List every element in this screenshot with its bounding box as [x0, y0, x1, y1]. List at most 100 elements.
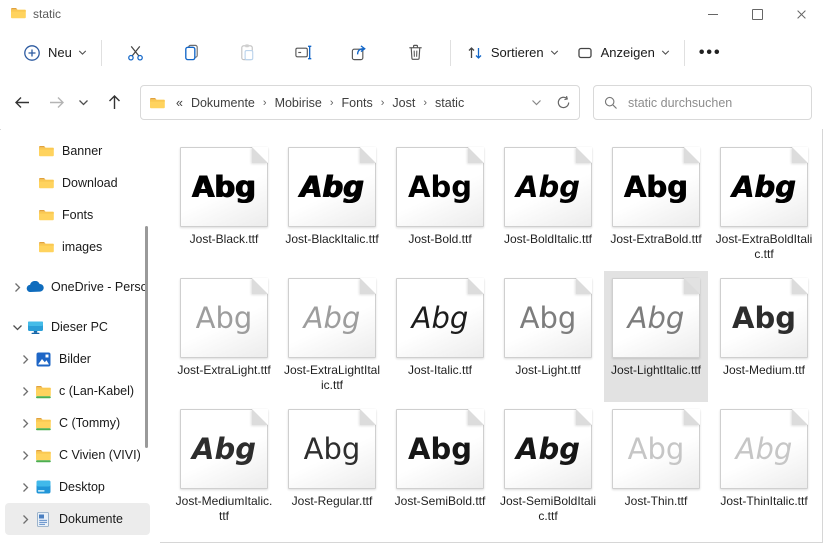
font-preview-text: Abg — [192, 173, 256, 202]
sidebar-item-label: C (Tommy) — [59, 416, 120, 430]
font-file-icon: Abg — [612, 409, 700, 489]
file-tile[interactable]: Abg Jost-BlackItalic.ttf — [280, 140, 384, 271]
minimize-icon — [708, 14, 718, 15]
breadcrumb-overflow[interactable]: « — [172, 96, 187, 110]
view-button[interactable]: Anzeigen — [567, 37, 678, 69]
rename-button[interactable] — [276, 37, 332, 69]
breadcrumb-item[interactable]: Mobirise — [271, 93, 326, 113]
chevron-right-icon[interactable] — [16, 450, 34, 461]
command-bar: Neu Sortieren — [0, 28, 823, 78]
file-tile[interactable]: Abg Jost-LightItalic.ttf — [604, 271, 708, 402]
paste-icon — [238, 43, 258, 63]
rename-icon — [294, 43, 314, 63]
file-tile[interactable]: Abg Jost-SemiBold.ttf — [388, 402, 492, 533]
file-tile[interactable]: Abg Jost-BoldItalic.ttf — [496, 140, 600, 271]
file-name-label: Jost-Regular.ttf — [283, 494, 381, 509]
close-button[interactable] — [779, 0, 823, 28]
chevron-right-icon[interactable] — [16, 482, 34, 493]
search-input[interactable] — [626, 95, 801, 111]
chevron-separator: › — [326, 97, 338, 109]
file-tile[interactable]: Abg Jost-Bold.ttf — [388, 140, 492, 271]
maximize-button[interactable] — [735, 0, 779, 28]
breadcrumb-item[interactable]: Jost — [388, 93, 419, 113]
breadcrumb-bar[interactable]: « Dokumente › Mobirise › Fonts › Jost › … — [140, 85, 580, 120]
sidebar-item-dokumente[interactable]: Dokumente — [5, 503, 150, 535]
sort-button[interactable]: Sortieren — [457, 37, 567, 69]
file-tile[interactable]: Abg Jost-Italic.ttf — [388, 271, 492, 402]
chevron-down-icon — [550, 48, 559, 57]
chevron-down-icon[interactable] — [8, 322, 26, 333]
file-tile[interactable]: Abg Jost-Regular.ttf — [280, 402, 384, 533]
font-file-icon: Abg — [504, 278, 592, 358]
file-name-label: Jost-ExtraBoldItalic.ttf — [715, 232, 813, 261]
new-button[interactable]: Neu — [14, 37, 95, 69]
sidebar-item-label: Dieser PC — [51, 320, 108, 334]
paste-button[interactable] — [220, 37, 276, 69]
sidebar-item-label: Banner — [62, 144, 102, 158]
folder-icon — [37, 143, 55, 159]
file-tile[interactable]: Abg Jost-ThinItalic.ttf — [712, 402, 816, 533]
sidebar-item-drive-c-vivien[interactable]: C Vivien (VIVI) — [0, 439, 160, 471]
address-dropdown-icon[interactable] — [531, 97, 542, 108]
sidebar-item-label: OneDrive - Perso — [51, 280, 148, 294]
breadcrumb-item[interactable]: Fonts — [337, 93, 376, 113]
sidebar-item-images[interactable]: images — [0, 231, 160, 263]
sidebar-item-onedrive[interactable]: OneDrive - Perso — [0, 271, 160, 303]
minimize-button[interactable] — [691, 0, 735, 28]
font-preview-text: Abg — [196, 304, 253, 333]
font-preview-text: Abg — [412, 304, 469, 333]
breadcrumb-item[interactable]: static — [431, 93, 468, 113]
font-file-icon: Abg — [504, 147, 592, 227]
file-tile[interactable]: Abg Jost-Medium.ttf — [712, 271, 816, 402]
breadcrumb-item[interactable]: Dokumente — [187, 93, 259, 113]
chevron-right-icon[interactable] — [16, 418, 34, 429]
sidebar-item-dieser-pc[interactable]: Dieser PC — [0, 311, 160, 343]
sidebar-item-download[interactable]: Download — [0, 167, 160, 199]
file-tile[interactable]: Abg Jost-Thin.ttf — [604, 402, 708, 533]
copy-icon — [182, 43, 202, 63]
forward-button[interactable] — [40, 86, 72, 118]
file-name-label: Jost-BlackItalic.ttf — [283, 232, 381, 247]
sidebar-item-bilder[interactable]: Bilder — [0, 343, 160, 375]
chevron-right-icon[interactable] — [16, 354, 34, 365]
file-tile[interactable]: Abg Jost-MediumItalic.ttf — [172, 402, 276, 533]
font-file-icon: Abg — [288, 409, 376, 489]
font-preview-text: Abg — [408, 435, 472, 464]
font-preview-text: Abg — [304, 304, 361, 333]
back-button[interactable] — [6, 86, 38, 118]
file-tile[interactable]: Abg Jost-SemiBoldItalic.ttf — [496, 402, 600, 533]
share-button[interactable] — [332, 37, 388, 69]
file-name-label: Jost-Italic.ttf — [391, 363, 489, 378]
file-name-label: Jost-ExtraLightItalic.ttf — [283, 363, 381, 392]
chevron-right-icon[interactable] — [8, 282, 26, 293]
file-tile[interactable]: Abg Jost-ExtraLightItalic.ttf — [280, 271, 384, 402]
sidebar-item-fonts[interactable]: Fonts — [0, 199, 160, 231]
file-tile[interactable]: Abg Jost-Light.ttf — [496, 271, 600, 402]
file-tile[interactable]: Abg Jost-ExtraBoldItalic.ttf — [712, 140, 816, 271]
cut-button[interactable] — [108, 37, 164, 69]
chevron-right-icon[interactable] — [16, 514, 34, 525]
trash-icon — [406, 43, 426, 63]
file-tile[interactable]: Abg Jost-ExtraLight.ttf — [172, 271, 276, 402]
more-options-button[interactable]: ••• — [691, 43, 730, 63]
font-file-icon: Abg — [720, 147, 808, 227]
arrow-left-icon — [14, 94, 31, 111]
file-tile[interactable]: Abg Jost-Black.ttf — [172, 140, 276, 271]
sidebar-item-desktop[interactable]: Desktop — [0, 471, 160, 503]
up-button[interactable] — [98, 86, 130, 118]
copy-button[interactable] — [164, 37, 220, 69]
refresh-icon[interactable] — [556, 95, 571, 110]
sidebar-scrollbar[interactable] — [145, 226, 148, 448]
drive-folder-icon — [34, 447, 52, 463]
file-tile[interactable]: Abg Jost-ExtraBold.ttf — [604, 140, 708, 271]
delete-button[interactable] — [388, 37, 444, 69]
chevron-right-icon[interactable] — [16, 386, 34, 397]
recent-locations-button[interactable] — [70, 86, 96, 118]
file-name-label: Jost-Medium.ttf — [715, 363, 813, 378]
sidebar-item-drive-c-tommy[interactable]: C (Tommy) — [0, 407, 160, 439]
font-file-icon: Abg — [720, 278, 808, 358]
sidebar-item-banner[interactable]: Banner — [0, 135, 160, 167]
arrow-up-icon — [106, 94, 123, 111]
pictures-icon — [34, 351, 52, 367]
sidebar-item-drive-c-lan-kabel[interactable]: c (Lan-Kabel) — [0, 375, 160, 407]
